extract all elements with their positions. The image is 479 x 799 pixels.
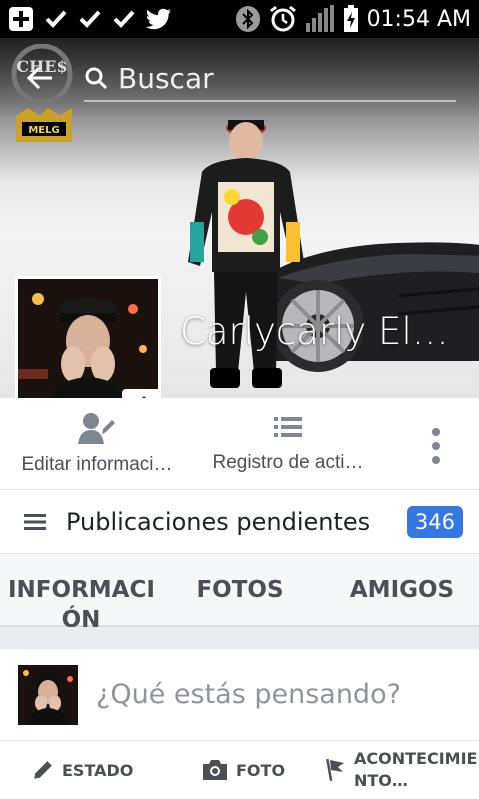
more-dot — [432, 442, 440, 450]
check-icon — [113, 10, 135, 28]
search-placeholder: Buscar — [118, 61, 214, 95]
activity-log-icon — [274, 417, 302, 437]
status-label: ESTADO — [62, 760, 134, 780]
tab-informacion-line1: INFORMACI — [8, 577, 155, 603]
check-icon — [45, 10, 67, 28]
melg-logo: MELG — [16, 108, 72, 142]
menu-lines-icon — [24, 513, 46, 530]
tab-fotos-label: FOTOS — [196, 577, 284, 603]
signal-icon — [305, 5, 334, 32]
add-box-icon — [9, 7, 33, 31]
profile-name: Carlycarly Eldelatintainfini… — [180, 310, 470, 353]
camera-icon — [203, 760, 227, 780]
composer-avatar — [18, 664, 78, 725]
tab-informacion[interactable]: INFORMACI ÓN — [8, 575, 155, 635]
life-event-label-line2: NTO… — [354, 771, 408, 790]
status-right-icons: 01:54 AM — [235, 5, 471, 33]
pending-count-badge: 346 — [406, 505, 463, 538]
status-button[interactable]: ESTADO — [32, 741, 133, 799]
composer-placeholder: ¿Qué estás pensando? — [96, 679, 401, 710]
life-event-label: ACONTECIMIE NTO… — [354, 748, 477, 792]
activity-log-button[interactable]: Registro de acti… — [196, 398, 380, 490]
profile-actions: Editar informaci… Registro de acti… — [0, 398, 479, 490]
edit-profile-picture-button[interactable] — [122, 389, 158, 398]
status-bar: 01:54 AM — [0, 0, 479, 38]
tab-fotos[interactable]: FOTOS — [180, 575, 300, 605]
alarm-icon — [269, 5, 296, 32]
flag-icon — [326, 758, 344, 782]
profile-picture[interactable] — [15, 276, 161, 398]
bluetooth-icon — [235, 6, 260, 32]
cover-photo[interactable]: CHE$ MELG Buscar Carlycarly Eldelatintai… — [0, 38, 479, 398]
status-left-icons — [8, 6, 172, 32]
status-composer[interactable]: ¿Qué estás pensando? — [0, 649, 479, 741]
twitter-bird-icon — [146, 8, 171, 30]
more-dot — [432, 428, 440, 436]
post-actions-bar: ESTADO FOTO ACONTECIMIE NTO… — [0, 741, 479, 799]
photo-button[interactable]: FOTO — [202, 741, 285, 799]
back-arrow-icon[interactable] — [26, 64, 54, 92]
tab-amigos[interactable]: AMIGOS — [340, 575, 464, 605]
more-options-icon[interactable] — [429, 428, 443, 464]
avatar — [18, 664, 78, 725]
edit-info-button[interactable]: Editar informaci… — [4, 398, 190, 490]
activity-log-label: Registro de acti… — [212, 452, 364, 473]
profile-tabs: INFORMACI ÓN FOTOS AMIGOS — [0, 555, 479, 633]
logo2-text: MELG — [28, 125, 59, 136]
edit-info-label: Editar informaci… — [21, 454, 173, 475]
profile-photo — [18, 279, 158, 398]
check-icon — [79, 10, 101, 28]
photo-label: FOTO — [236, 760, 286, 780]
status-time: 01:54 AM — [366, 6, 471, 32]
search-bar[interactable]: Buscar — [84, 56, 456, 102]
edit-profile-icon — [78, 413, 115, 444]
pending-posts-label: Publicaciones pendientes — [66, 507, 371, 536]
tab-amigos-label: AMIGOS — [349, 577, 455, 603]
life-event-button[interactable]: ACONTECIMIE NTO… — [326, 741, 477, 799]
section-divider — [0, 627, 479, 649]
pending-posts-row[interactable]: Publicaciones pendientes 346 — [0, 490, 479, 554]
life-event-label-line1: ACONTECIMIE — [354, 749, 478, 768]
battery-charging-icon — [343, 5, 358, 32]
pencil-icon — [34, 761, 52, 779]
search-icon — [85, 67, 108, 90]
more-dot — [432, 456, 440, 464]
